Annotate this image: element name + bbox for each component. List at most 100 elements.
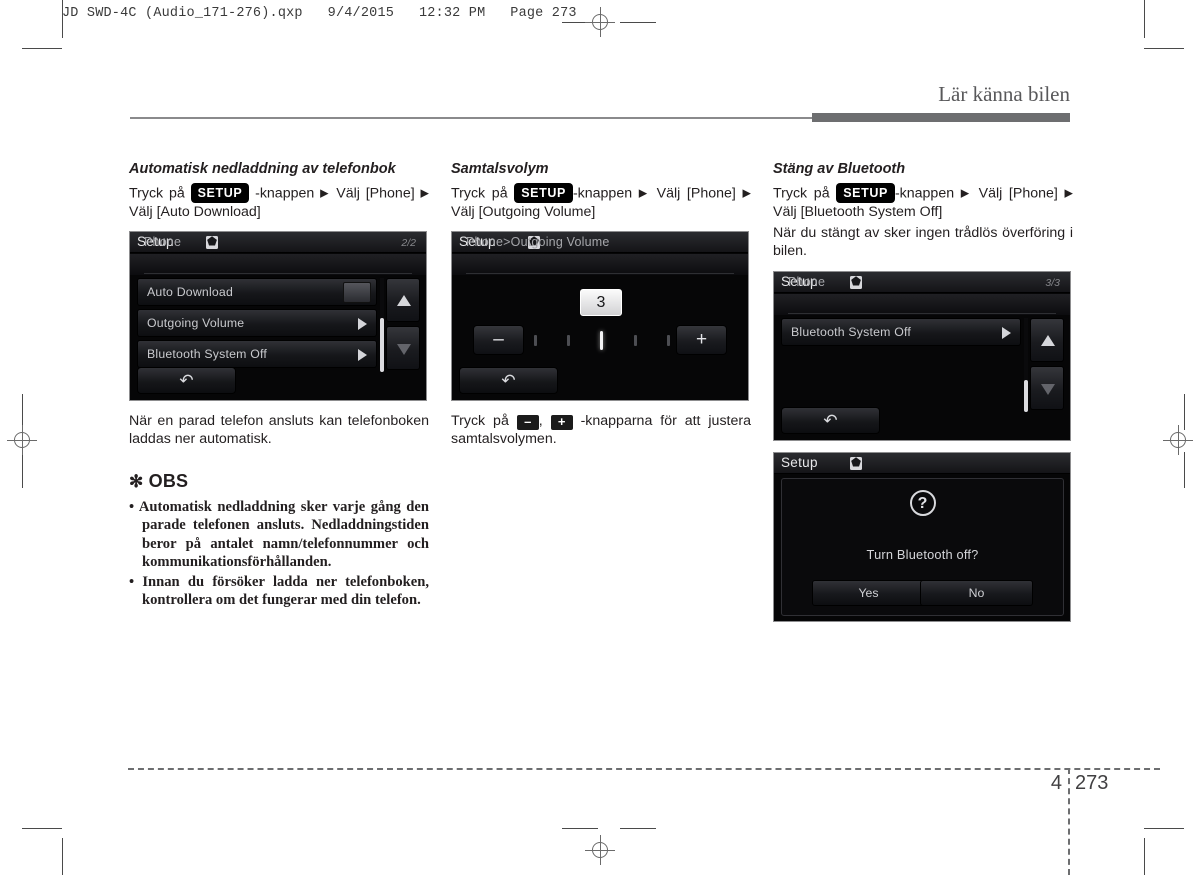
crop-mark-bottom-left-horizontal	[22, 828, 62, 829]
breadcrumb-divider	[144, 273, 412, 275]
footer-chapter-number: 4	[1050, 772, 1062, 794]
scroll-up-button[interactable]	[386, 278, 420, 323]
dialog-message: Turn Bluetooth off?	[866, 546, 979, 562]
step-arrow-icon-2: ▶	[742, 187, 751, 200]
screen-page-indicator: 3/3	[1045, 276, 1060, 289]
head-unit-screen-outgoing-volume: Setup ⬟ Phone>Outgoing Volume 3 – + ↶	[451, 231, 749, 402]
screen-menu-list: Bluetooth System Off	[781, 317, 1021, 349]
instruction-prefix: Tryck på	[773, 185, 830, 202]
menu-item-label: Auto Download	[147, 285, 234, 300]
scrollbar[interactable]	[1024, 317, 1028, 412]
scroll-down-button[interactable]	[1030, 365, 1064, 410]
scroll-buttons	[386, 278, 420, 374]
crop-mark-top-center-tick-right	[620, 22, 656, 23]
crop-mark-right-tick-lower	[1184, 452, 1185, 488]
instruction-prefix: Tryck på	[451, 185, 508, 202]
screen-breadcrumb: Phone	[788, 274, 826, 289]
step-arrow-icon-2: ▶	[420, 187, 429, 200]
back-button[interactable]: ↶	[459, 367, 558, 395]
triangle-up-icon	[1041, 334, 1055, 346]
screen-breadcrumb: Phone	[144, 235, 182, 250]
breadcrumb-divider	[466, 273, 734, 275]
note-item: Automatisk nedladdning sker varje gång d…	[129, 498, 429, 572]
note-item: Innan du försöker ladda ner telefonboken…	[129, 573, 429, 610]
menu-item-auto-download[interactable]: Auto Download	[137, 278, 377, 307]
triangle-down-icon	[397, 344, 411, 356]
screen-titlebar	[774, 452, 1070, 474]
menu-item-bluetooth-system-off[interactable]: Bluetooth System Off	[137, 340, 377, 369]
crop-mark-top-right-horizontal	[1144, 48, 1184, 49]
note-heading: ✻ OBS	[129, 471, 429, 492]
bluetooth-icon: ⬟	[850, 275, 862, 289]
scroll-buttons	[1030, 317, 1064, 414]
caption-volume-buttons: Tryck på –, + -knapparna för att justera…	[451, 412, 751, 448]
instruction-select-phone: Välj [Phone]	[978, 185, 1058, 202]
asterisk-icon: ✻	[129, 471, 144, 491]
instruction-auto-download: Tryck på SETUP -knappen ▶ Välj [Phone] ▶…	[129, 183, 429, 221]
instruction-suffix: -knappen	[894, 185, 955, 202]
head-unit-screen-phone-list-2: Setup ⬟ Phone 2/2 Auto Download Outgoing…	[129, 231, 427, 402]
menu-item-bluetooth-system-off[interactable]: Bluetooth System Off	[781, 317, 1021, 346]
breadcrumb-divider	[788, 312, 1056, 314]
column-middle: Samtalsvolym Tryck på SETUP -knappen ▶ Vä…	[451, 160, 751, 452]
dialog-yes-button[interactable]: Yes	[812, 579, 925, 606]
bluetooth-icon: ⬟	[206, 236, 218, 250]
header-rule-thin	[130, 117, 812, 119]
screen-breadcrumb: Phone>Outgoing Volume	[466, 235, 610, 250]
screen-breadcrumb-bar	[130, 254, 426, 276]
scrollbar[interactable]	[380, 278, 384, 373]
plus-key-badge: +	[550, 415, 573, 431]
volume-decrease-button[interactable]: –	[473, 325, 524, 356]
instruction-suffix: -knappen	[572, 185, 633, 202]
scroll-down-button[interactable]	[386, 326, 420, 371]
toggle-switch[interactable]	[343, 282, 371, 304]
screen-title: Setup	[781, 454, 818, 470]
note-heading-label: OBS	[148, 470, 189, 491]
instruction-select-outgoing-volume: Välj [Outgoing Volume]	[451, 204, 596, 221]
instruction-select-auto-download: Välj [Auto Download]	[129, 204, 261, 221]
section-heading-auto-download: Automatisk nedladdning av telefonbok	[129, 161, 396, 177]
registration-mark-top	[585, 7, 615, 37]
registration-mark-right	[1163, 425, 1193, 455]
paragraph-bluetooth-off: När du stängt av sker ingen trådlös över…	[773, 225, 1073, 260]
triangle-up-icon	[397, 295, 411, 307]
menu-item-outgoing-volume[interactable]: Outgoing Volume	[137, 309, 377, 338]
step-arrow-icon: ▶	[320, 187, 331, 200]
footer-vertical-divider	[1068, 768, 1070, 875]
volume-increase-button[interactable]: +	[676, 325, 727, 356]
minus-key-badge: –	[516, 415, 539, 431]
header-rule-bar	[812, 113, 1070, 122]
instruction-prefix: Tryck på	[129, 185, 185, 202]
back-arrow-icon: ↶	[501, 371, 516, 391]
instruction-call-volume: Tryck på SETUP -knappen ▶ Välj [Phone] ▶ …	[451, 183, 751, 221]
bluetooth-icon: ⬟	[850, 456, 862, 470]
crop-mark-bottom-right-horizontal	[1144, 828, 1184, 829]
crop-mark-top-left-horizontal	[22, 48, 62, 49]
screen-menu-list: Auto Download Outgoing Volume Bluetooth …	[137, 278, 377, 371]
back-arrow-icon: ↶	[179, 371, 194, 391]
head-unit-screen-phone-list-3: Setup ⬟ Phone 3/3 Bluetooth System Off ↶	[773, 270, 1071, 441]
crop-mark-bottom-center-tick	[562, 828, 598, 829]
question-mark-icon: ?	[909, 489, 936, 516]
instruction-bluetooth-off: Tryck på SETUP -knappen ▶ Välj [Phone] ▶ …	[773, 183, 1073, 221]
footer-divider	[128, 768, 1160, 770]
print-file-header: JD SWD-4C (Audio_171-276).qxp 9/4/2015 1…	[62, 6, 577, 21]
scroll-up-button[interactable]	[1030, 317, 1064, 362]
back-button[interactable]: ↶	[137, 367, 236, 395]
crop-mark-left-tick-lower	[22, 452, 23, 488]
dialog-no-button[interactable]: No	[920, 579, 1033, 606]
column-left: Automatisk nedladdning av telefonbok Try…	[129, 160, 429, 611]
column-right: Stäng av Bluetooth Tryck på SETUP -knappe…	[773, 160, 1073, 633]
crop-mark-bottom-center-tick-right	[620, 828, 656, 829]
instruction-suffix: -knappen	[255, 185, 315, 202]
crop-mark-bottom-left-vertical	[62, 838, 63, 875]
caret-right-icon	[358, 318, 367, 331]
back-arrow-icon: ↶	[823, 410, 838, 430]
screen-breadcrumb-bar	[452, 254, 748, 276]
menu-item-label: Bluetooth System Off	[147, 347, 267, 362]
back-button[interactable]: ↶	[781, 406, 880, 434]
instruction-select-bluetooth-off: Välj [Bluetooth System Off]	[773, 204, 943, 221]
setup-key-badge: SETUP	[190, 183, 250, 204]
section-heading-bluetooth-off: Stäng av Bluetooth	[773, 161, 906, 177]
dialog-panel: ? Turn Bluetooth off? Yes No	[781, 477, 1064, 616]
